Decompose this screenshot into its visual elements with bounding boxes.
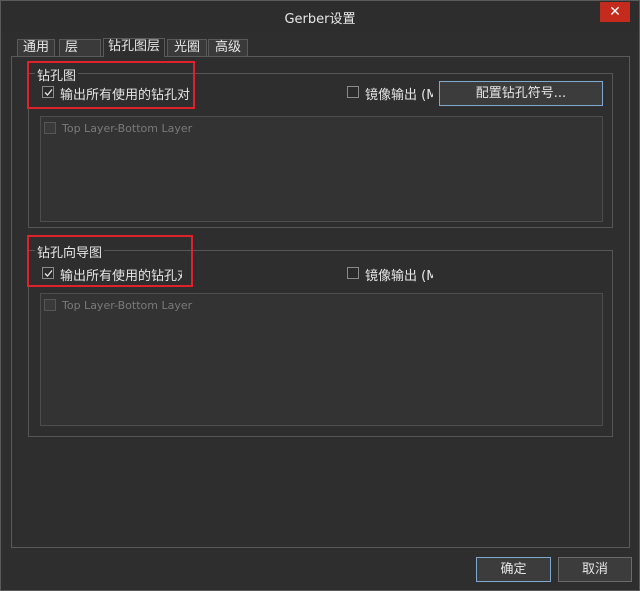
layer-pair-label: Top Layer-Bottom Layer	[62, 122, 193, 135]
layer-pair-label: Top Layer-Bottom Layer	[62, 299, 193, 312]
drill-drawing-panel: 钻孔图 输出所有使用的钻孔对 镜像输出 (M 配置钻孔符号... Top Lay…	[11, 56, 630, 548]
layer-pair-checkbox[interactable]	[44, 122, 56, 134]
tab-layers[interactable]: 层	[59, 39, 101, 56]
tab-apertures[interactable]: 光圈	[167, 39, 207, 56]
window-title: Gerber设置	[284, 12, 356, 27]
guide-mirror-output-label: 镜像输出 (M	[365, 269, 433, 284]
ok-button[interactable]: 确定	[476, 557, 551, 582]
close-icon: ✕	[609, 4, 621, 20]
mirror-output-label: 镜像输出 (M	[365, 88, 433, 103]
tab-drill-drawing[interactable]: 钻孔图层	[103, 38, 165, 57]
drill-guide-layer-pairs-list: Top Layer-Bottom Layer	[40, 293, 603, 426]
drill-drawing-layer-pairs-list: Top Layer-Bottom Layer	[40, 116, 603, 222]
close-button[interactable]: ✕	[600, 2, 630, 22]
annotation-highlight-box	[27, 235, 193, 287]
annotation-highlight-box	[27, 61, 195, 109]
mirror-output-checkbox[interactable]	[347, 86, 359, 98]
tab-general[interactable]: 通用	[17, 39, 55, 56]
guide-mirror-output-checkbox[interactable]	[347, 267, 359, 279]
title-bar: Gerber设置 ✕	[1, 1, 639, 31]
layer-pair-checkbox[interactable]	[44, 299, 56, 311]
tab-advanced[interactable]: 高级	[208, 39, 248, 56]
configure-drill-symbols-button[interactable]: 配置钻孔符号...	[439, 81, 603, 106]
cancel-button[interactable]: 取消	[558, 557, 632, 582]
